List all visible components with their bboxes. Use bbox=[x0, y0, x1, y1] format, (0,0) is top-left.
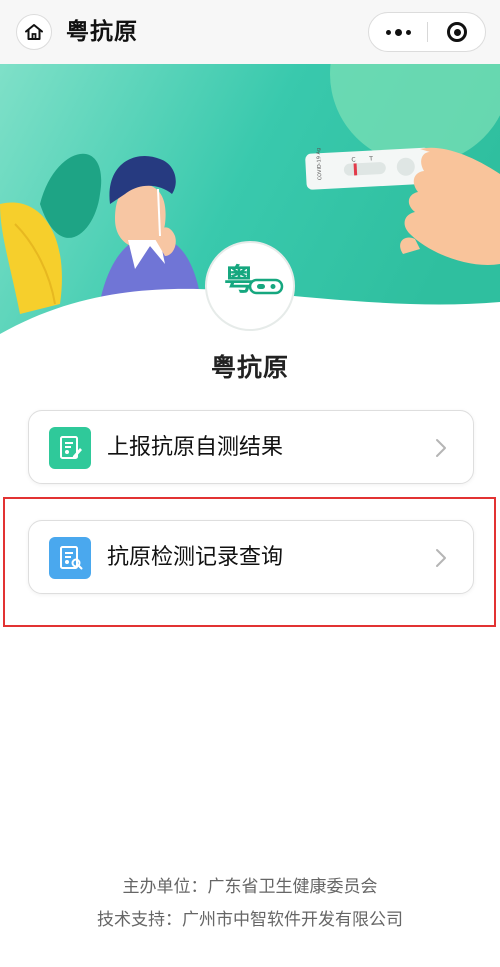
brand-logo: 粤 bbox=[205, 241, 295, 331]
report-result-card[interactable]: 上报抗原自测结果 bbox=[28, 410, 474, 484]
test-strip-c: C bbox=[351, 156, 356, 163]
top-nav-bar: 粤抗原 bbox=[0, 0, 500, 65]
more-button[interactable] bbox=[369, 13, 427, 51]
chevron-right-icon bbox=[436, 549, 446, 567]
mini-program-capsule bbox=[368, 12, 486, 52]
brand-name: 粤抗原 bbox=[210, 353, 289, 382]
more-dots-icon bbox=[385, 28, 411, 36]
home-icon bbox=[25, 24, 43, 40]
close-button[interactable] bbox=[428, 13, 486, 51]
report-form-icon bbox=[49, 427, 91, 469]
chevron-right-icon bbox=[436, 439, 446, 457]
record-query-label: 抗原检测记录查询 bbox=[107, 545, 284, 570]
page-title: 粤抗原 bbox=[66, 19, 138, 45]
test-strip-t: T bbox=[368, 155, 373, 162]
home-button[interactable] bbox=[16, 14, 52, 50]
footer-sponsor: 主办单位：广东省卫生健康委员会 bbox=[122, 877, 378, 897]
close-target-icon bbox=[447, 22, 467, 42]
record-search-icon bbox=[49, 537, 91, 579]
brand-logo-mark: 粤 bbox=[224, 263, 284, 298]
footer-support: 技术支持：广州市中智软件开发有限公司 bbox=[97, 910, 403, 930]
record-query-card[interactable]: 抗原检测记录查询 bbox=[28, 520, 474, 594]
report-result-label: 上报抗原自测结果 bbox=[107, 435, 284, 460]
logo-char: 粤 bbox=[224, 263, 254, 298]
